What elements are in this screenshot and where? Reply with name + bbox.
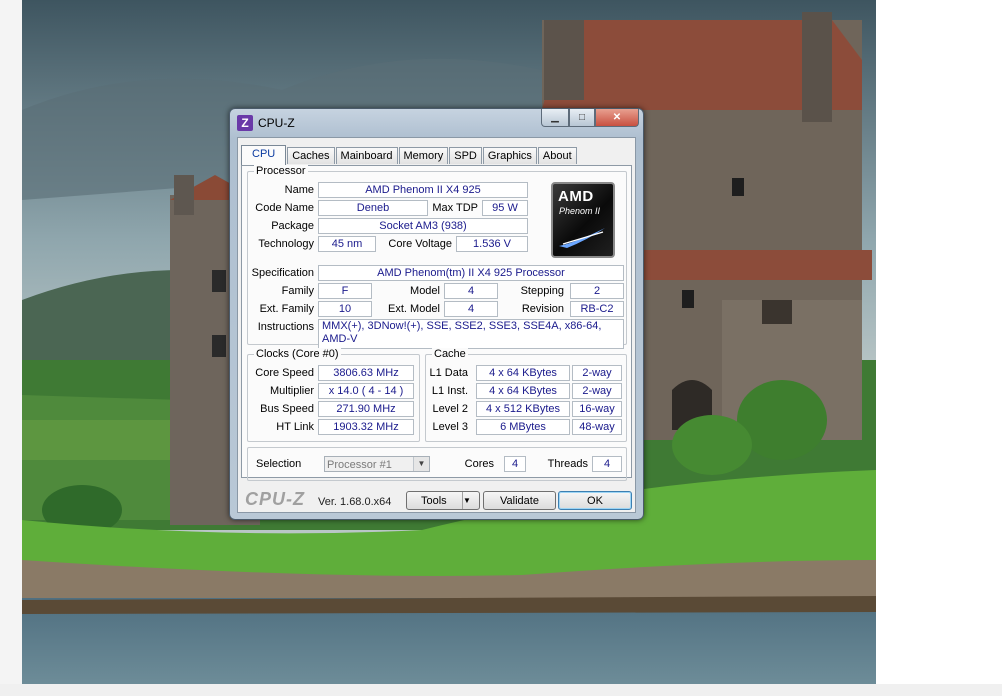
codename-field: Deneb — [318, 200, 428, 216]
cache-row-label: L1 Data — [429, 367, 468, 379]
cache-group-title: Cache — [432, 348, 468, 360]
title-bar[interactable]: Z CPU-Z ▁ □ ✕ — [230, 109, 643, 137]
tab-spd[interactable]: SPD — [449, 147, 482, 164]
cache-row-label: Level 2 — [432, 403, 468, 415]
cpuz-brand-logo: CPU-Z — [245, 489, 305, 509]
corespeed-field: 3806.63 MHz — [318, 365, 414, 381]
corevoltage-label: Core Voltage — [388, 238, 452, 250]
name-field: AMD Phenom II X4 925 — [318, 182, 528, 198]
chevron-down-icon[interactable]: ▼ — [413, 457, 429, 471]
cache-row-label: L1 Inst. — [431, 385, 468, 397]
stepping-field: 2 — [570, 283, 624, 299]
threads-field: 4 — [592, 456, 622, 472]
left-page-margin — [0, 0, 22, 696]
tools-button[interactable]: Tools ▼ — [406, 491, 480, 510]
corespeed-label: Core Speed — [255, 367, 314, 379]
logo-model: Phenom II — [559, 206, 601, 216]
cores-label: Cores — [464, 458, 494, 470]
multiplier-field: x 14.0 ( 4 - 14 ) — [318, 383, 414, 399]
cache-row-way: 16-way — [572, 401, 622, 417]
window-client-area: CPU Caches Mainboard Memory SPD Graphics… — [237, 137, 636, 513]
extmodel-field: 4 — [444, 301, 498, 317]
multiplier-label: Multiplier — [269, 385, 314, 397]
technology-field: 45 nm — [318, 236, 376, 252]
family-label: Family — [281, 285, 314, 297]
cache-row-way: 2-way — [572, 383, 622, 399]
stepping-label: Stepping — [520, 285, 564, 297]
right-page-area — [876, 0, 1002, 696]
revision-field: RB-C2 — [570, 301, 624, 317]
validate-button[interactable]: Validate — [483, 491, 556, 510]
specification-label: Specification — [251, 267, 314, 279]
tab-mainboard[interactable]: Mainboard — [335, 147, 398, 164]
processor-select[interactable]: Processor #1 ▼ — [324, 456, 430, 472]
clocks-group-title: Clocks (Core #0) — [254, 348, 341, 360]
close-button[interactable]: ✕ — [595, 109, 639, 127]
technology-label: Technology — [258, 238, 314, 250]
extfamily-field: 10 — [318, 301, 372, 317]
cache-group: Cache L1 Data 4 x 64 KBytes 2-way L1 Ins… — [425, 348, 627, 442]
instructions-label: Instructions — [257, 321, 314, 333]
cache-row-size: 4 x 512 KBytes — [476, 401, 570, 417]
busspeed-field: 271.90 MHz — [318, 401, 414, 417]
extfamily-label: Ext. Family — [259, 303, 314, 315]
caption-buttons: ▁ □ ✕ — [541, 109, 639, 127]
specification-field: AMD Phenom(tm) II X4 925 Processor — [318, 265, 624, 281]
htlink-field: 1903.32 MHz — [318, 419, 414, 435]
busspeed-label: Bus Speed — [260, 403, 314, 415]
cache-row-size: 6 MBytes — [476, 419, 570, 435]
cache-row-way: 2-way — [572, 365, 622, 381]
cache-row-size: 4 x 64 KBytes — [476, 383, 570, 399]
package-label: Package — [271, 220, 314, 232]
minimize-button[interactable]: ▁ — [541, 109, 569, 127]
tab-caches[interactable]: Caches — [287, 147, 335, 164]
maxtdp-field: 95 W — [482, 200, 528, 216]
ok-button[interactable]: OK — [558, 491, 632, 510]
selection-label: Selection — [256, 458, 302, 470]
name-label: Name — [284, 184, 314, 196]
processor-select-value: Processor #1 — [327, 459, 392, 471]
version-text: Ver. 1.68.0.x64 — [318, 496, 392, 508]
tab-about[interactable]: About — [537, 147, 577, 164]
cpu-tab-panel: Processor Name AMD Phenom II X4 925 Code… — [241, 165, 632, 481]
logo-brand: AMD — [558, 188, 594, 205]
processor-group-title: Processor — [254, 165, 308, 177]
model-label: Model — [410, 285, 440, 297]
tools-dropdown-icon[interactable]: ▼ — [462, 492, 479, 509]
cache-row-label: Level 3 — [432, 421, 468, 433]
corevoltage-field: 1.536 V — [456, 236, 528, 252]
bottom-page-margin — [0, 684, 1002, 696]
cpuz-app-icon: Z — [237, 115, 253, 131]
cpuz-window[interactable]: Z CPU-Z ▁ □ ✕ CPU Caches Mainboard Memor… — [229, 108, 644, 520]
processor-group: Processor Name AMD Phenom II X4 925 Code… — [247, 165, 627, 349]
maxtdp-label: Max TDP — [432, 202, 478, 214]
instructions-field: MMX(+), 3DNow!(+), SSE, SSE2, SSE3, SSE4… — [318, 319, 624, 349]
package-field: Socket AM3 (938) — [318, 218, 528, 234]
clocks-group: Clocks (Core #0) Core Speed 3806.63 MHz … — [247, 348, 420, 442]
window-title: CPU-Z — [258, 116, 295, 130]
model-field: 4 — [444, 283, 498, 299]
revision-label: Revision — [521, 303, 564, 315]
tab-memory[interactable]: Memory — [398, 147, 449, 164]
tab-strip: CPU Caches Mainboard Memory SPD Graphics… — [241, 145, 578, 165]
extmodel-label: Ext. Model — [388, 303, 440, 315]
cores-field: 4 — [504, 456, 526, 472]
family-field: F — [318, 283, 372, 299]
htlink-label: HT Link — [276, 421, 314, 433]
maximize-button[interactable]: □ — [569, 109, 595, 127]
cache-row-way: 48-way — [572, 419, 622, 435]
tools-button-label: Tools — [421, 495, 447, 507]
footer-bar: CPU-Z Ver. 1.68.0.x64 Tools ▼ Validate O… — [238, 478, 635, 510]
amd-phenom-ii-logo: AMD Phenom II — [551, 182, 615, 258]
threads-label: Threads — [547, 458, 588, 470]
selection-group: Selection Processor #1 ▼ Cores 4 Threads… — [247, 447, 627, 481]
tab-cpu[interactable]: CPU — [241, 145, 287, 165]
codename-label: Code Name — [255, 202, 314, 214]
amd-arrow-icon — [559, 228, 605, 248]
tab-graphics[interactable]: Graphics — [482, 147, 537, 164]
cache-row-size: 4 x 64 KBytes — [476, 365, 570, 381]
